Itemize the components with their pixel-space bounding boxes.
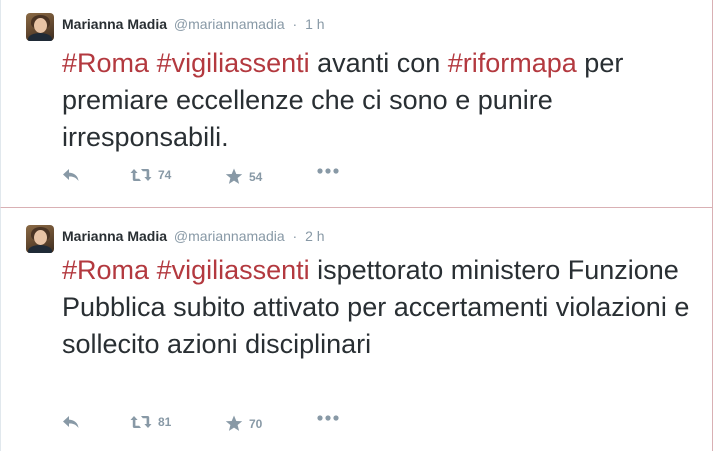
- star-icon: [225, 168, 243, 185]
- timestamp[interactable]: 2 h: [305, 228, 324, 244]
- favorite-count: 70: [249, 416, 263, 431]
- retweet-icon: [130, 168, 152, 182]
- timeline: Marianna Madia @mariannamadia · 1 h #Rom…: [0, 0, 713, 451]
- tweet-text: #Roma #vigiliassenti ispettorato ministe…: [62, 252, 702, 363]
- avatar[interactable]: [26, 13, 54, 41]
- tweet-text-segment: [149, 48, 157, 78]
- retweet-icon: [130, 415, 152, 429]
- retweet-count: 81: [158, 415, 172, 429]
- reply-icon: [62, 415, 80, 429]
- favorite-count: 54: [249, 169, 263, 184]
- separator: ·: [292, 16, 298, 32]
- retweet-button[interactable]: 81: [130, 415, 171, 429]
- more-button[interactable]: [317, 168, 339, 174]
- tweet-text: #Roma #vigiliassenti avanti con #riforma…: [62, 45, 702, 156]
- fullname[interactable]: Marianna Madia: [62, 16, 167, 32]
- hashtag-link[interactable]: #riformapa: [448, 48, 577, 78]
- tweet-text-segment: [149, 255, 157, 285]
- favorite-button[interactable]: 70: [225, 415, 262, 432]
- username[interactable]: @mariannamadia: [174, 228, 285, 244]
- more-icon: [317, 168, 339, 174]
- star-icon: [225, 415, 243, 432]
- hashtag-link[interactable]: #vigiliassenti: [157, 255, 310, 285]
- reply-icon: [62, 168, 80, 182]
- tweet-header: Marianna Madia @mariannamadia · 2 h: [62, 228, 325, 244]
- reply-button[interactable]: [62, 168, 80, 182]
- tweet[interactable]: Marianna Madia @mariannamadia · 1 h #Rom…: [0, 0, 713, 208]
- hashtag-link[interactable]: #vigiliassenti: [157, 48, 310, 78]
- timestamp[interactable]: 1 h: [305, 16, 324, 32]
- tweet-text-segment: avanti con: [309, 48, 448, 78]
- tweet[interactable]: Marianna Madia @mariannamadia · 2 h #Rom…: [0, 208, 713, 451]
- reply-button[interactable]: [62, 415, 80, 429]
- favorite-button[interactable]: 54: [225, 168, 262, 185]
- more-icon: [317, 415, 339, 421]
- hashtag-link[interactable]: #Roma: [62, 255, 149, 285]
- tweet-header: Marianna Madia @mariannamadia · 1 h: [62, 16, 325, 32]
- hashtag-link[interactable]: #Roma: [62, 48, 149, 78]
- separator: ·: [292, 228, 298, 244]
- username[interactable]: @mariannamadia: [174, 16, 285, 32]
- retweet-count: 74: [158, 168, 172, 182]
- retweet-button[interactable]: 74: [130, 168, 171, 182]
- avatar[interactable]: [26, 225, 54, 253]
- more-button[interactable]: [317, 415, 339, 421]
- fullname[interactable]: Marianna Madia: [62, 228, 167, 244]
